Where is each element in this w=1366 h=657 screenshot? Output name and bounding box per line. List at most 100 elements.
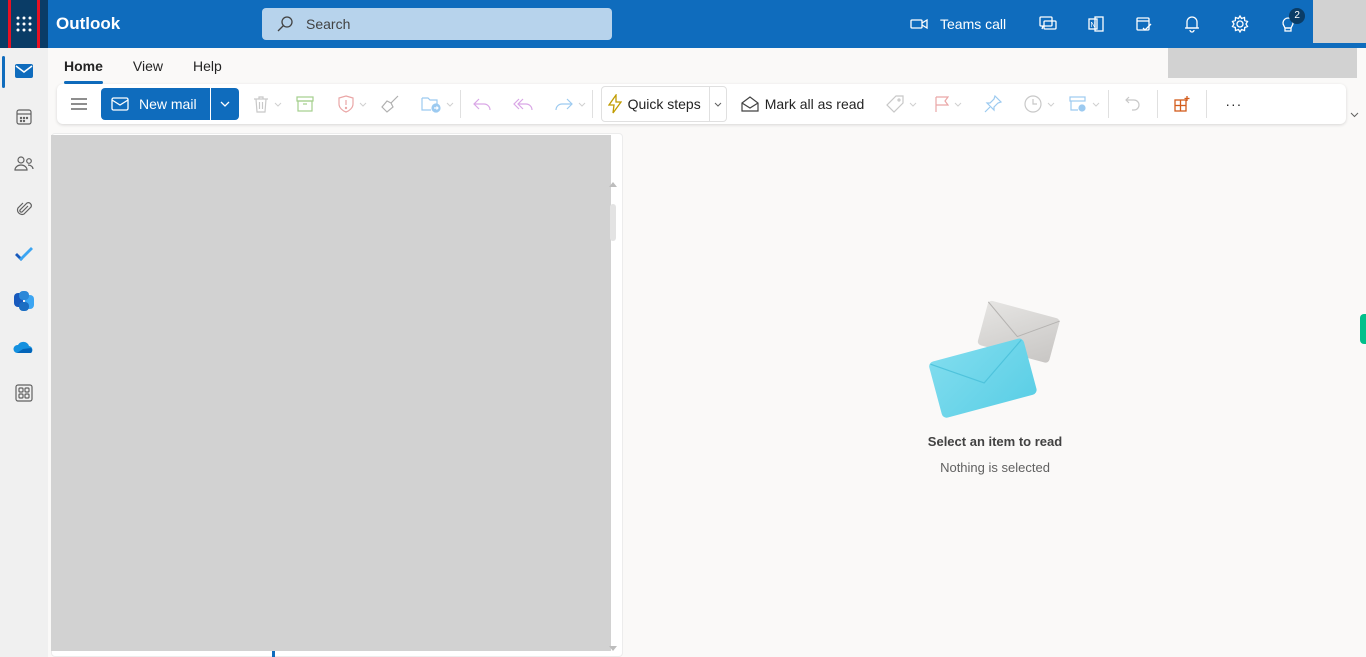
- forward-icon: [554, 98, 573, 111]
- ribbon-collapse-chevron[interactable]: [1350, 112, 1359, 118]
- chevron-down-icon: [359, 102, 366, 107]
- rail-item-mail[interactable]: [0, 48, 48, 94]
- chevron-down-icon: [578, 102, 585, 107]
- snooze-button[interactable]: [1024, 88, 1055, 120]
- copilot-icon: [14, 291, 34, 311]
- chevron-down-icon: [1047, 102, 1055, 107]
- broom-icon: [380, 95, 399, 113]
- todo-calendar-icon: [1136, 17, 1152, 31]
- new-mail-button[interactable]: New mail: [101, 88, 210, 120]
- hamburger-icon: [71, 98, 87, 110]
- scrollbar-thumb[interactable]: [610, 204, 616, 241]
- more-options-button[interactable]: ···: [1225, 88, 1242, 120]
- settings-button[interactable]: [1216, 0, 1264, 48]
- chat-icon: [1039, 16, 1057, 30]
- nav-toggle-button[interactable]: [71, 88, 93, 120]
- reply-button[interactable]: [472, 88, 491, 120]
- video-icon: [910, 18, 928, 30]
- top-bar: Outlook Teams call N 2: [0, 0, 1366, 48]
- ribbon-toolbar: New mail Quick steps Mark all as read ··…: [57, 84, 1346, 124]
- flag-button[interactable]: [935, 88, 962, 120]
- tag-icon: [886, 95, 904, 113]
- mail-icon: [111, 97, 129, 111]
- forward-button[interactable]: [554, 88, 586, 120]
- reply-all-icon: [512, 98, 533, 111]
- quick-steps-button[interactable]: Quick steps: [602, 87, 710, 121]
- message-list-redacted: [51, 135, 611, 651]
- move-to-button[interactable]: [420, 88, 454, 120]
- bell-icon: [1185, 16, 1200, 33]
- app-title[interactable]: Outlook: [56, 0, 120, 48]
- ribbon-tabs: Home View Help: [64, 48, 252, 84]
- scroll-up-arrow[interactable]: [609, 182, 617, 187]
- notifications-button[interactable]: [1168, 0, 1216, 48]
- chat-button[interactable]: [1024, 0, 1072, 48]
- onenote-button[interactable]: N: [1072, 0, 1120, 48]
- selection-indicator: [272, 651, 275, 657]
- sweep-button[interactable]: [380, 88, 399, 120]
- app-launcher-button[interactable]: [0, 0, 48, 48]
- my-day-button[interactable]: [1120, 0, 1168, 48]
- chevron-down-icon: [1092, 102, 1100, 107]
- todo-check-icon: [15, 247, 33, 261]
- rail-item-calendar[interactable]: [0, 94, 48, 140]
- flag-icon: [935, 96, 950, 112]
- divider: [1206, 90, 1208, 118]
- account-avatar[interactable]: [1313, 0, 1366, 43]
- rail-item-files[interactable]: [0, 186, 48, 232]
- envelopes-illustration-icon: [929, 300, 1060, 418]
- gear-icon: [1231, 15, 1249, 33]
- tips-badge: 2: [1289, 8, 1306, 24]
- rail-item-people[interactable]: [0, 140, 48, 186]
- search-input[interactable]: [306, 16, 586, 32]
- people-icon: [14, 156, 34, 171]
- divider: [1108, 90, 1110, 118]
- mail-rules-icon: [1069, 96, 1086, 112]
- app-rail: [0, 48, 48, 657]
- search-box[interactable]: [262, 8, 612, 40]
- undo-button[interactable]: [1125, 88, 1147, 120]
- mark-all-read-button[interactable]: Mark all as read: [741, 96, 864, 112]
- teams-call-button[interactable]: Teams call: [910, 16, 1006, 32]
- side-panel-handle[interactable]: [1360, 314, 1366, 344]
- archive-button[interactable]: [295, 88, 314, 120]
- chevron-down-icon: [909, 102, 917, 107]
- paperclip-icon: [16, 202, 32, 216]
- divider: [591, 90, 593, 118]
- categorize-button[interactable]: [886, 88, 917, 120]
- rules-button[interactable]: [1069, 88, 1100, 120]
- empty-state-title: Select an item to read: [927, 434, 1063, 449]
- divider: [1157, 90, 1159, 118]
- empty-state-subtitle: Nothing is selected: [940, 460, 1050, 475]
- new-mail-dropdown[interactable]: [209, 88, 239, 120]
- rail-item-copilot[interactable]: [0, 278, 48, 324]
- chevron-down-icon: [274, 102, 281, 107]
- tab-view[interactable]: View: [133, 50, 163, 82]
- scroll-down-arrow[interactable]: [609, 646, 617, 651]
- apps-grid-icon: [15, 384, 33, 402]
- lightning-icon: [607, 94, 622, 114]
- svg-text:N: N: [1091, 22, 1096, 29]
- tab-home[interactable]: Home: [64, 50, 103, 84]
- quick-steps-dropdown[interactable]: [710, 102, 726, 107]
- rail-item-todo[interactable]: [0, 232, 48, 278]
- rail-item-more-apps[interactable]: [0, 370, 48, 416]
- tips-button[interactable]: 2: [1264, 0, 1312, 48]
- reply-all-button[interactable]: [512, 88, 533, 120]
- tab-help[interactable]: Help: [193, 50, 222, 82]
- pin-button[interactable]: [984, 88, 1003, 120]
- onedrive-icon: [13, 341, 33, 353]
- calendar-icon: [16, 109, 32, 125]
- report-button[interactable]: [337, 88, 367, 120]
- add-in-icon: [1174, 96, 1190, 112]
- chevron-down-icon: [714, 102, 722, 107]
- apps-add-in-button[interactable]: [1174, 88, 1196, 120]
- mail-icon: [15, 64, 33, 78]
- envelope-open-icon: [741, 96, 759, 112]
- chevron-down-icon: [220, 101, 230, 107]
- rail-item-onedrive[interactable]: [0, 324, 48, 370]
- delete-button[interactable]: [253, 88, 282, 120]
- new-mail-split-button: New mail: [101, 88, 239, 120]
- archive-icon: [295, 96, 314, 112]
- quick-steps-label: Quick steps: [627, 96, 701, 112]
